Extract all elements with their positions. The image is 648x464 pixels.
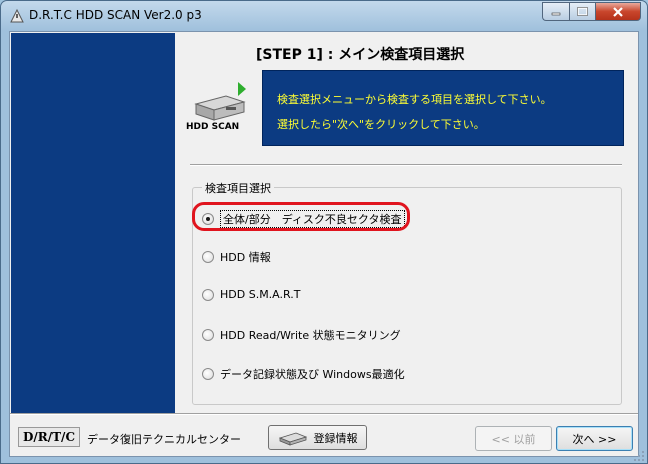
resize-grip-icon[interactable]	[633, 450, 645, 462]
footer-divider	[10, 413, 638, 415]
minimize-icon	[551, 12, 561, 15]
radio-label: HDD Read/Write 状態モニタリング	[220, 329, 401, 342]
title-bar[interactable]: D.R.T.C HDD SCAN Ver2.0 p3	[1, 1, 647, 31]
register-label: 登録情報	[313, 431, 358, 445]
radio-button[interactable]	[202, 251, 214, 263]
step-title: [STEP 1] : メイン検査項目選択	[256, 47, 465, 63]
minimize-button[interactable]	[542, 2, 569, 21]
disk-icon	[278, 432, 307, 446]
next-button[interactable]: 次へ >>	[556, 426, 633, 451]
window-title: D.R.T.C HDD SCAN Ver2.0 p3	[29, 8, 202, 22]
logo-label: HDD SCAN	[186, 122, 240, 132]
divider	[190, 164, 622, 166]
highlight-annotation	[192, 202, 410, 231]
maximize-button[interactable]	[569, 2, 595, 21]
dialog-client: [STEP 1] : メイン検査項目選択 HDD SCAN 検査選択メニューから…	[9, 31, 639, 457]
close-icon	[613, 6, 623, 17]
radio-button[interactable]	[202, 368, 214, 380]
radio-label: データ記録状態及び Windows最適化	[220, 368, 405, 381]
close-button[interactable]	[595, 2, 641, 21]
radio-hdd-info[interactable]: HDD 情報	[202, 249, 271, 265]
side-panel	[11, 33, 175, 413]
radio-hdd-smart[interactable]: HDD S.M.A.R.T	[202, 288, 300, 301]
previous-button[interactable]: << 以前	[475, 426, 552, 451]
radio-windows-optimize[interactable]: データ記録状態及び Windows最適化	[202, 366, 405, 382]
info-box: 検査選択メニューから検査する項目を選択して下さい。 選択したら"次へ"をクリック…	[262, 70, 624, 146]
hdd-icon	[194, 82, 246, 121]
info-line: 検査選択メニューから検査する項目を選択して下さい。	[277, 93, 552, 106]
caption-buttons	[542, 2, 641, 21]
radio-read-write-monitor[interactable]: HDD Read/Write 状態モニタリング	[202, 327, 401, 343]
radio-label: HDD S.M.A.R.T	[220, 288, 301, 301]
radio-button[interactable]	[202, 329, 214, 341]
brand-name: データ復旧テクニカルセンター	[87, 433, 241, 446]
group-label: 検査項目選択	[202, 180, 274, 196]
app-icon	[10, 8, 24, 23]
hdd-scan-logo	[186, 82, 250, 152]
brand-badge: D/R/T/C	[18, 427, 80, 447]
maximize-icon	[577, 7, 588, 16]
register-info-button[interactable]: 登録情報	[268, 425, 367, 450]
radio-label: HDD 情報	[220, 251, 271, 264]
info-line: 選択したら"次へ"をクリックして下さい。	[277, 118, 485, 131]
radio-button[interactable]	[202, 288, 214, 301]
app-window: D.R.T.C HDD SCAN Ver2.0 p3 [STEP 1] : メイ…	[0, 0, 648, 464]
